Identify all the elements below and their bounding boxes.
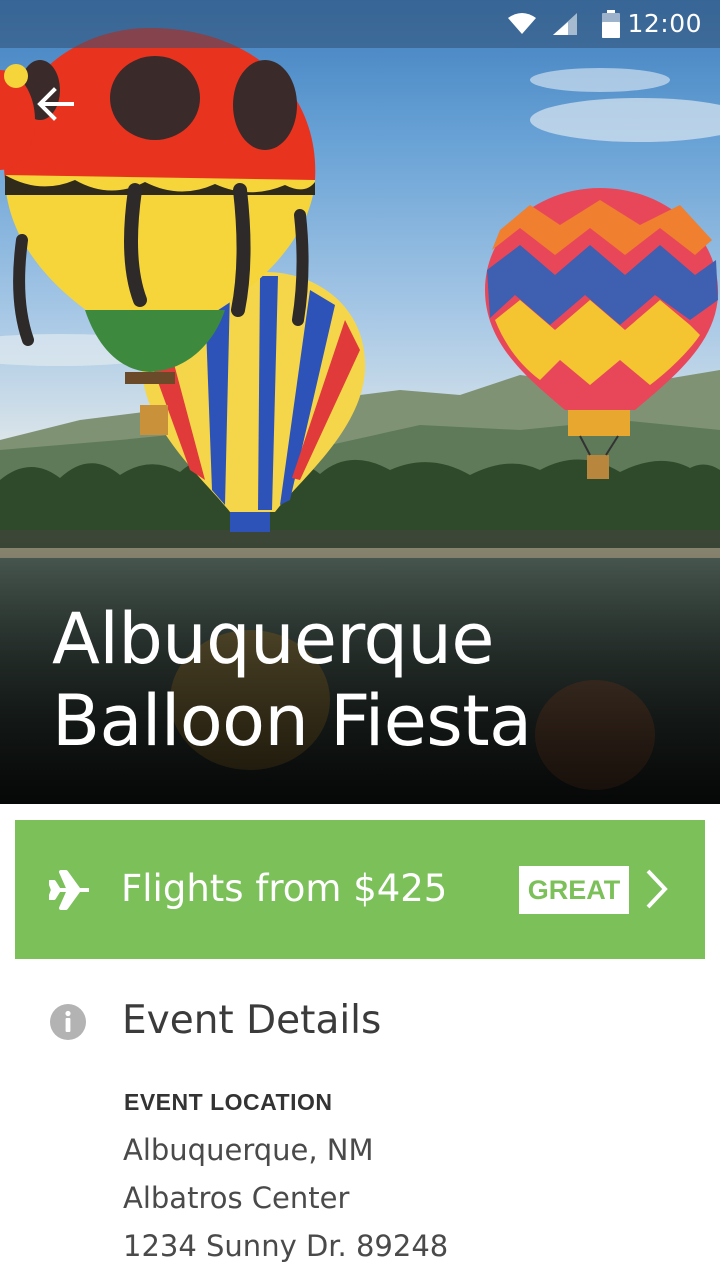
location-address: 1234 Sunny Dr. 89248	[123, 1229, 449, 1263]
status-time: 12:00	[627, 9, 702, 38]
signal-icon	[553, 13, 577, 35]
location-city: Albuquerque, NM	[123, 1133, 374, 1167]
deal-rating-badge: GREAT	[519, 866, 629, 914]
back-button[interactable]	[32, 80, 80, 128]
wifi-icon	[508, 13, 536, 34]
event-title-line2: Balloon Fiesta	[52, 680, 532, 762]
event-location-label: EVENT LOCATION	[124, 1089, 333, 1115]
event-title: Albuquerque Balloon Fiesta	[52, 598, 692, 762]
info-icon	[50, 1004, 86, 1040]
event-details-heading: Event Details	[122, 998, 382, 1043]
status-bar: 12:00	[0, 0, 720, 48]
hero-image: 12:00 Albuquerque Balloon Fiesta	[0, 0, 720, 804]
battery-icon	[602, 10, 620, 38]
flights-price-label: Flights from $425	[121, 867, 448, 910]
airplane-icon	[49, 870, 89, 910]
flights-button[interactable]: Flights from $425 GREAT	[15, 820, 705, 959]
location-venue: Albatros Center	[123, 1181, 350, 1215]
event-title-line1: Albuquerque	[52, 598, 494, 680]
chevron-right-icon	[646, 869, 668, 909]
arrow-left-icon	[37, 87, 74, 121]
